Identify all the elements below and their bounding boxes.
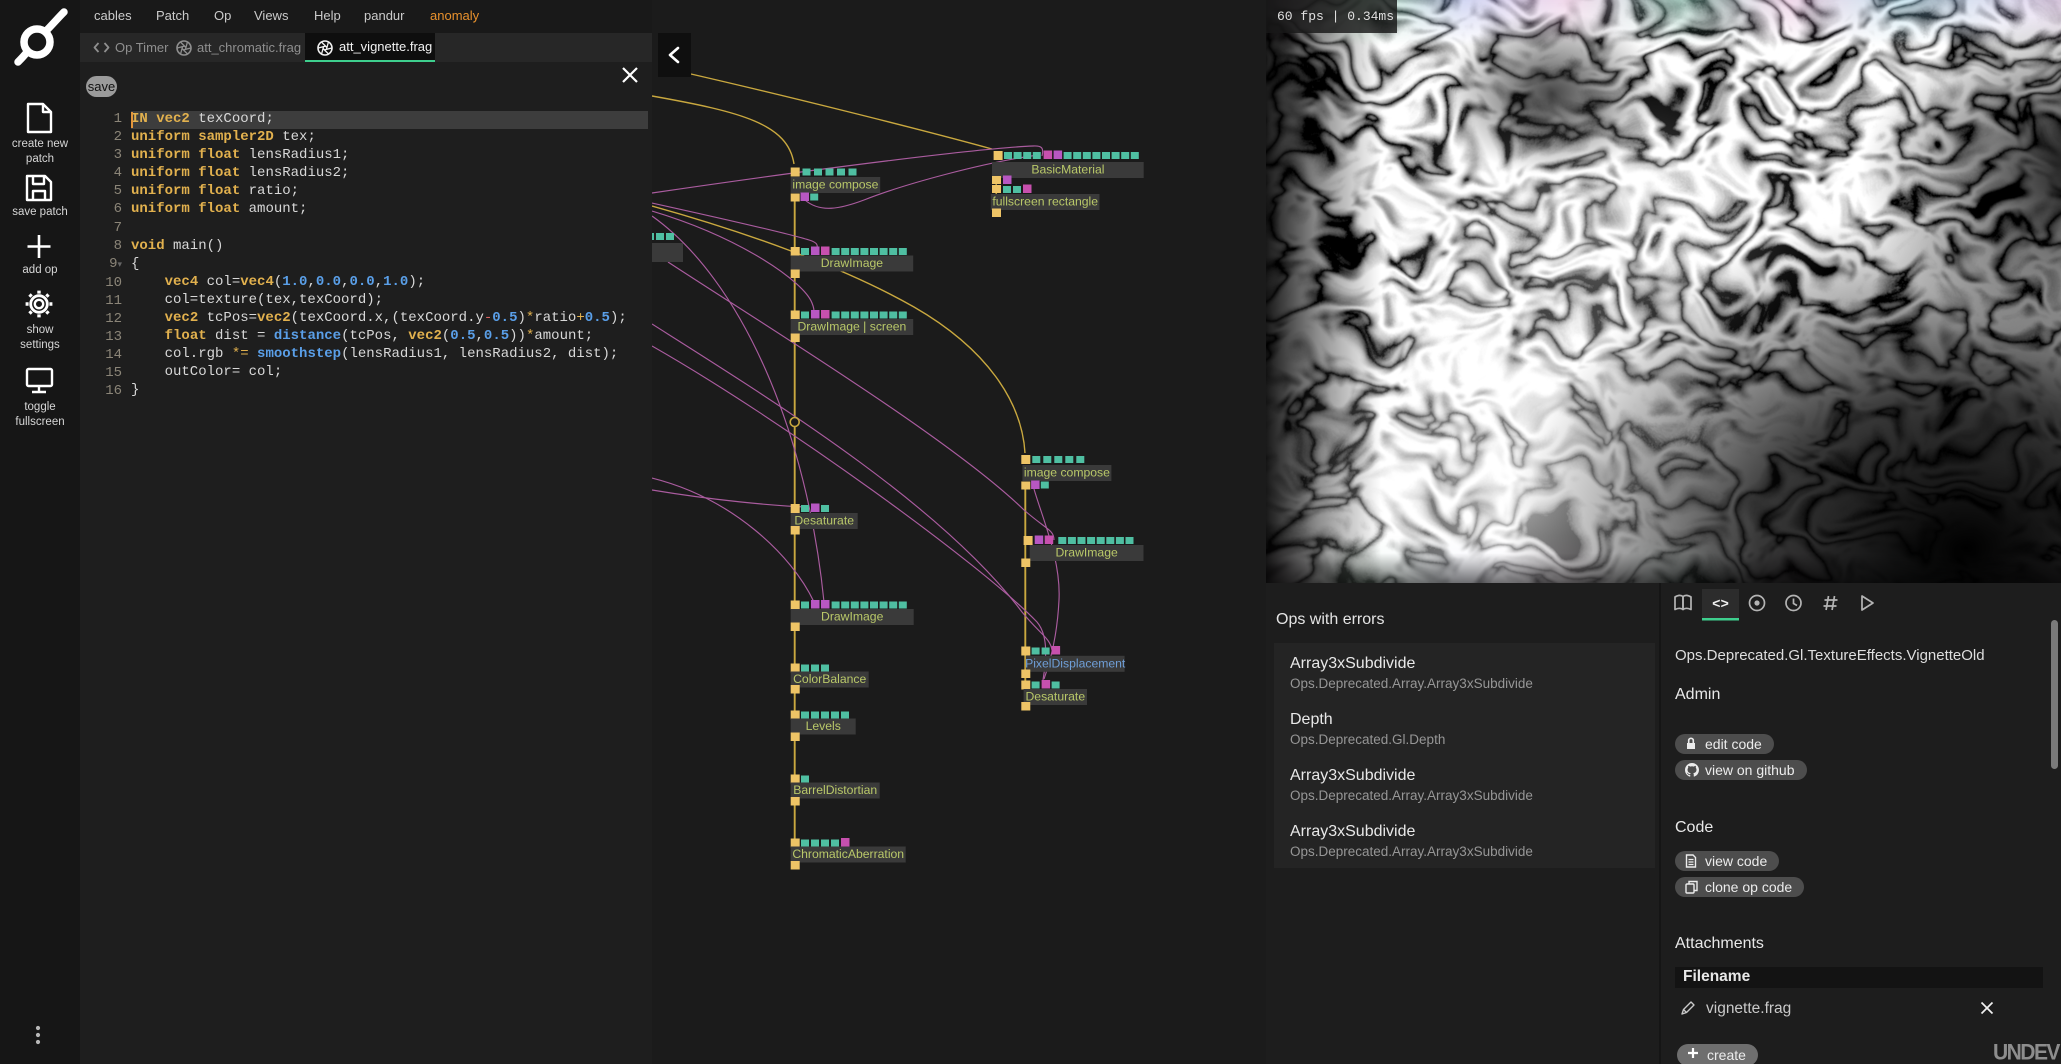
svg-text:DrawImage: DrawImage bbox=[821, 610, 884, 624]
svg-text:PixelDisplacement: PixelDisplacement bbox=[1025, 656, 1126, 670]
svg-text:Desaturate: Desaturate bbox=[794, 514, 854, 528]
svg-text:DrawImage: DrawImage bbox=[821, 256, 884, 270]
svg-text:Levels: Levels bbox=[806, 719, 841, 733]
svg-text:image compose: image compose bbox=[792, 178, 878, 192]
svg-text:DrawImage: DrawImage bbox=[1055, 546, 1118, 560]
svg-text:fullscreen rectangle: fullscreen rectangle bbox=[992, 195, 1098, 209]
svg-text:BarrelDistortian: BarrelDistortian bbox=[793, 783, 877, 797]
svg-text:ColorBalance: ColorBalance bbox=[793, 672, 866, 686]
svg-text:ChromaticAberration: ChromaticAberration bbox=[792, 847, 904, 861]
svg-text:<>: <> bbox=[1712, 597, 1729, 613]
svg-text:image compose: image compose bbox=[1024, 466, 1110, 480]
svg-text:Desaturate: Desaturate bbox=[1025, 690, 1085, 704]
svg-text:DrawImage | screen: DrawImage | screen bbox=[797, 320, 906, 334]
svg-text:BasicMaterial: BasicMaterial bbox=[1031, 163, 1104, 177]
